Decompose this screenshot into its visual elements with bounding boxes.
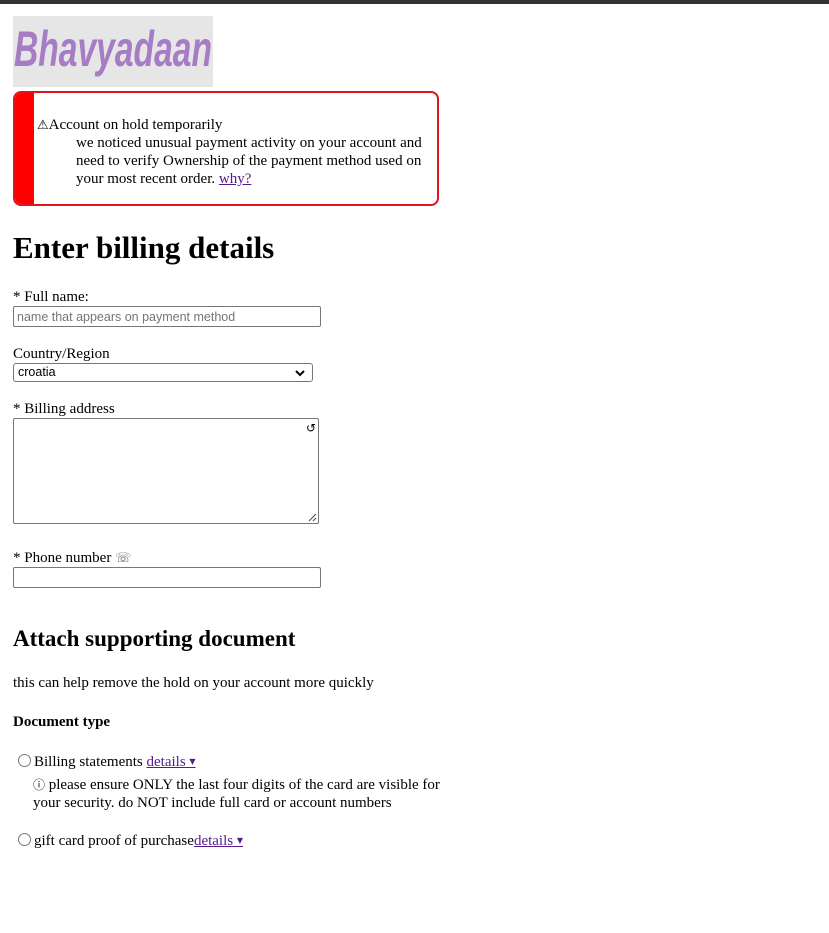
billing-statements-details-link[interactable]: details ▼ [147, 754, 196, 770]
phone-input[interactable] [13, 567, 321, 588]
billing-statements-note-text: please ensure ONLY the last four digits … [33, 777, 440, 811]
billing-statements-radio[interactable] [18, 754, 31, 767]
refresh-icon[interactable]: ↺ [306, 421, 316, 435]
attach-section-title: Attach supporting document [13, 626, 296, 651]
chevron-down-icon [295, 370, 305, 377]
billing-statements-option: Billing statements details ▼ [34, 753, 196, 771]
gift-card-details-link[interactable]: details ▼ [194, 833, 243, 849]
dropdown-triangle-icon: ▼ [236, 836, 243, 845]
billing-address-textarea[interactable]: ↺ [13, 418, 319, 524]
billing-statements-label: Billing statements [34, 754, 143, 770]
why-link[interactable]: why? [219, 171, 252, 187]
country-selected-value: croatia [18, 365, 56, 379]
document-type-label: Document type [13, 714, 111, 730]
page-title: Enter billing details [13, 230, 275, 265]
account-hold-alert: ⚠Account on hold temporarily we noticed … [13, 91, 439, 206]
full-name-input[interactable] [13, 306, 321, 327]
warning-icon: ⚠ [37, 118, 49, 133]
info-icon: ⓘ [33, 778, 46, 792]
logo: Bhavyadaan [13, 16, 213, 87]
phone-label-text: * Phone number [13, 550, 112, 566]
attach-description: this can help remove the hold on your ac… [13, 675, 374, 691]
phone-label: * Phone number ☏ [13, 549, 131, 568]
billing-statements-note: ⓘ please ensure ONLY the last four digit… [33, 776, 453, 812]
alert-title-text: Account on hold temporarily [48, 117, 223, 133]
telephone-icon: ☏ [115, 551, 132, 566]
top-bar [0, 0, 829, 4]
country-label: Country/Region [13, 346, 110, 362]
dropdown-triangle-icon: ▼ [189, 757, 196, 766]
alert-stripe [15, 93, 34, 204]
gift-card-label: gift card proof of purchase [34, 833, 194, 849]
billing-address-label: * Billing address [13, 401, 115, 417]
logo-text: Bhavyadaan [14, 21, 212, 77]
logo-image: Bhavyadaan [14, 21, 212, 77]
full-name-label: * Full name: [13, 289, 89, 305]
gift-card-option: gift card proof of purchasedetails ▼ [34, 832, 243, 850]
country-select[interactable]: croatia [13, 363, 313, 382]
alert-body: we noticed unusual payment activity on y… [76, 134, 431, 188]
gift-card-radio[interactable] [18, 833, 31, 846]
resize-handle-icon[interactable] [307, 512, 317, 522]
alert-title: ⚠Account on hold temporarily [37, 116, 222, 135]
